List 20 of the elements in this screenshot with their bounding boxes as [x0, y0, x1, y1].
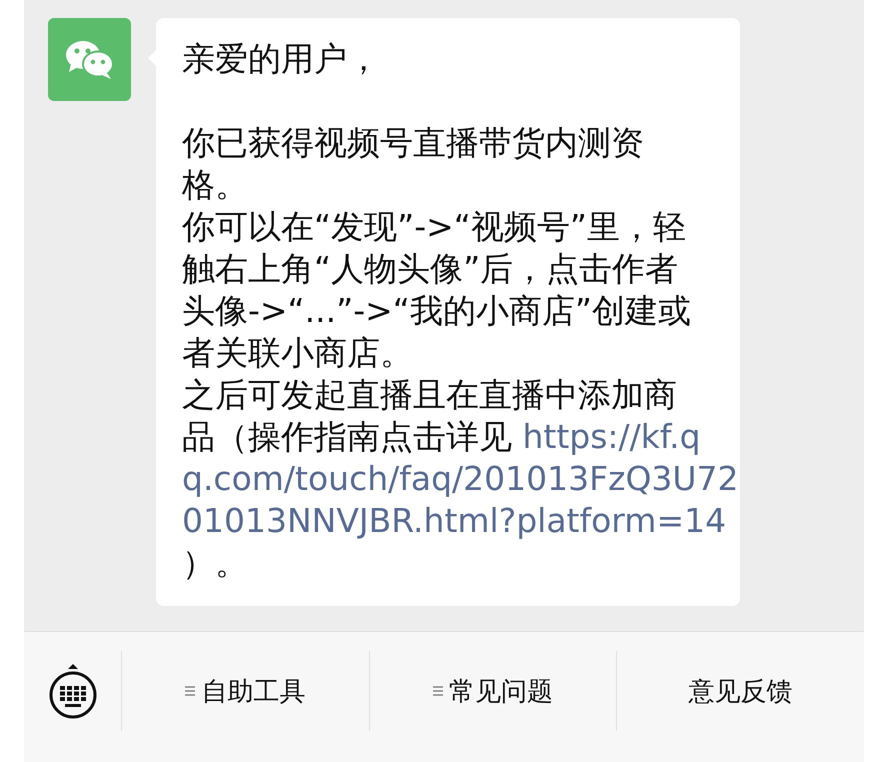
menu-button[interactable]: 常见问题: [370, 651, 618, 731]
chat-bubbles-avatar-icon: [48, 18, 131, 101]
menu-lines-icon: [433, 685, 443, 697]
menu-lines-icon: [185, 685, 196, 697]
link[interactable]: 01013NNVJBR.html?platform=14: [182, 501, 726, 540]
message-text: 品（操作指南点击详见: [182, 417, 513, 456]
link[interactable]: q.com/touch/faq/201013FzQ3U72: [182, 459, 739, 498]
message-text: 之后可发起直播且在直播中添加商: [182, 374, 678, 416]
greeting-text: 亲爱的用户，: [182, 38, 381, 80]
message-text: 你可以在“发现”->“视频号”里，轻: [182, 206, 687, 248]
message-text: 格。: [182, 164, 249, 206]
menu-button[interactable]: 意见反馈: [617, 651, 864, 731]
message-text: 你已获得视频号直播带货内测资: [182, 122, 645, 164]
link[interactable]: https://kf.q: [522, 417, 701, 456]
message-text: 触右上角“人物头像”后，点击作者: [182, 248, 680, 290]
keyboard-icon[interactable]: [48, 662, 98, 720]
message-text: ）。: [182, 542, 249, 584]
menu-button[interactable]: 自助工具: [122, 651, 370, 731]
message-text: 者关联小商店。: [182, 332, 414, 374]
message-text: 头像->“...”->“我的小商店”创建或: [182, 290, 692, 332]
